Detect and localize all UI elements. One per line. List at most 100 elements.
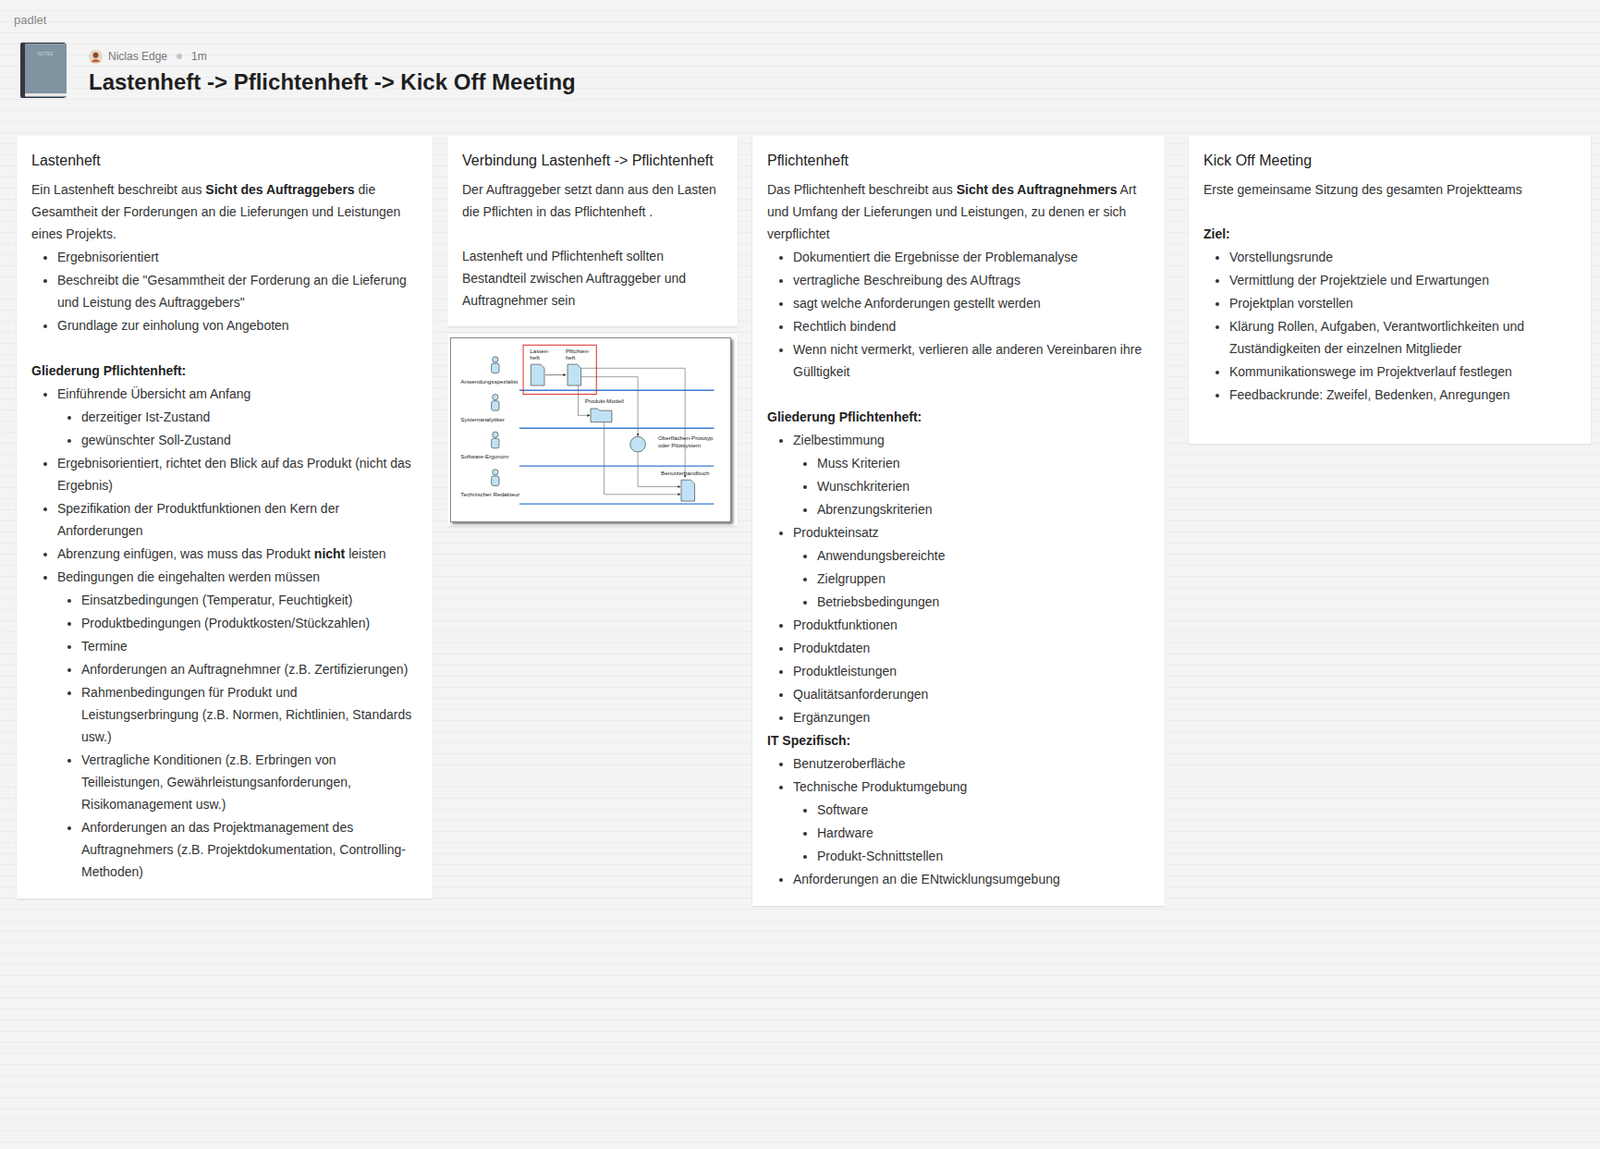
sub-list-item: Produktbedingungen (Produktkosten/Stückz…	[81, 611, 418, 635]
sub-list-item: Abrenzungskriterien	[817, 498, 1150, 521]
list-item: Grundlage zur einholung von Angeboten	[57, 314, 418, 337]
image-card[interactable]: AnwendungsspezialistSystemanalytikerSoft…	[447, 333, 738, 526]
author-name[interactable]: Niclas Edge	[108, 48, 168, 64]
post-card[interactable]: Verbindung Lastenheft -> Pflichtenheft De…	[447, 135, 738, 327]
sub-list-item: Anwendungsbereichte	[817, 544, 1150, 567]
lastenheft-label: Lasten-	[529, 347, 550, 355]
sub-list: Einsatzbedingungen (Temperatur, Feuchtig…	[57, 588, 418, 883]
list-item: Qualitätsanforderungen	[793, 683, 1150, 706]
post-card[interactable]: Kick Off Meeting Erste gemeinsame Sitzung…	[1188, 135, 1591, 444]
person-icon	[492, 431, 499, 438]
list-item: Spezifikation der Produktfunktionen den …	[57, 497, 418, 542]
section-heading: Gliederung Pflichtenheft:	[31, 359, 418, 382]
list-item: Produktleistungen	[793, 659, 1150, 683]
list-item: Ergänzungen	[793, 706, 1150, 729]
list-item: Feedbackrunde: Zweifel, Bedenken, Anregu…	[1229, 383, 1576, 406]
bullet-list: Dokumentiert die Ergebnisse der Problema…	[767, 245, 1150, 383]
list-item: ProdukteinsatzAnwendungsbereichteZielgru…	[793, 521, 1150, 613]
post-card[interactable]: PflichtenheftDas Pflichtenheft beschreib…	[752, 135, 1165, 906]
prototyp-label: oder Pilotsystem	[658, 441, 701, 449]
sub-list: AnwendungsbereichteZielgruppenBetriebsbe…	[793, 544, 1150, 613]
post-card[interactable]: LastenheftEin Lastenheft beschreibt aus …	[16, 135, 433, 899]
list-item: Produktfunktionen	[793, 613, 1150, 636]
document-icon	[567, 364, 582, 386]
sub-list-item: Rahmenbedingungen für Produkt und Leistu…	[81, 681, 418, 748]
sub-list-item: Zielgruppen	[817, 567, 1150, 590]
list-item: ZielbestimmungMuss KriterienWunschkriter…	[793, 428, 1150, 521]
board-column: PflichtenheftDas Pflichtenheft beschreib…	[752, 135, 1165, 906]
separator-dot	[176, 53, 183, 60]
bullet-list: ZielbestimmungMuss KriterienWunschkriter…	[767, 428, 1150, 729]
sub-list-item: Anforderungen an das Projektmanagement d…	[81, 816, 418, 883]
list-item: Beschreibt die "Gesammtheit der Forderun…	[57, 268, 418, 314]
modell-label: Produkt-Modell	[585, 397, 624, 404]
list-item: vertragliche Beschreibung des AUftrags	[793, 268, 1150, 292]
sub-list: derzeitiger Ist-Zustandgewünschter Soll-…	[57, 405, 418, 452]
card-paragraph: Erste gemeinsame Sitzung des gesamten Pr…	[1203, 178, 1576, 201]
list-item: Projektplan vorstellen	[1229, 292, 1576, 315]
pflichtenheft-label: heft	[565, 354, 576, 361]
card-title: Pflichtenheft	[767, 150, 1150, 171]
prototype-icon	[630, 436, 647, 452]
list-item: Rechtlich bindend	[793, 315, 1150, 338]
sub-list-item: Anforderungen an Auftragnehmner (z.B. Ze…	[81, 658, 418, 681]
bullet-list: Einführende Übersicht am Anfangderzeitig…	[31, 382, 418, 883]
card-title: Lastenheft	[31, 150, 418, 171]
list-item: Ergebnisorientiert, richtet den Blick au…	[57, 451, 418, 497]
list-item: sagt welche Anforderungen gestellt werde…	[793, 292, 1150, 315]
avatar-icon[interactable]	[88, 49, 103, 64]
section-heading: Ziel:	[1203, 222, 1576, 245]
board: LastenheftEin Lastenheft beschreibt aus …	[0, 98, 1600, 906]
person-icon	[492, 356, 499, 363]
brand-logo[interactable]: padlet	[0, 0, 1600, 30]
board-title: Lastenheft -> Pflichtenheft -> Kick Off …	[88, 68, 576, 97]
person-icon	[492, 393, 499, 400]
sub-list-item: Produkt-Schnittstellen	[817, 844, 1150, 868]
list-item: Produktdaten	[793, 636, 1150, 660]
document-icon	[530, 364, 545, 386]
notebook-icon: NOTES	[20, 42, 68, 99]
notebook-label: NOTES	[36, 50, 54, 57]
section-heading: IT Spezifisch:	[767, 729, 1150, 752]
sub-list-item: Betriebsbedingungen	[817, 590, 1150, 613]
role-label: Technischer Redakteur	[460, 490, 520, 498]
card-title: Kick Off Meeting	[1203, 150, 1576, 171]
list-item: Abrenzung einfügen, was muss das Produkt…	[57, 542, 418, 565]
role-label: Software-Ergonom	[460, 452, 509, 460]
pflichtenheft-label: Pflichten-	[565, 347, 590, 355]
board-column: Kick Off Meeting Erste gemeinsame Sitzung…	[1188, 135, 1591, 444]
handbuch-label: Benutzerhandbuch	[660, 469, 710, 477]
person-icon	[492, 469, 499, 476]
folder-icon	[590, 408, 612, 423]
sub-list-item: Wunschkriterien	[817, 475, 1150, 498]
bullet-list: BenutzeroberflächeTechnische Produktumge…	[767, 752, 1150, 891]
list-item: Vorstellungsrunde	[1229, 245, 1576, 269]
list-item: Wenn nicht vermerkt, verlieren alle ande…	[793, 338, 1150, 383]
list-item: Anforderungen an die ENtwicklungsumgebun…	[793, 867, 1150, 891]
lastenheft-label: heft	[529, 354, 540, 361]
card-paragraph: Der Auftraggeber setzt dann aus den Last…	[462, 178, 723, 223]
list-item: Bedingungen die eingehalten werden müsse…	[57, 565, 418, 883]
list-item: Klärung Rollen, Aufgaben, Verantwortlich…	[1229, 315, 1576, 360]
list-item: Benutzeroberfläche	[793, 752, 1150, 775]
card-paragraph: Lastenheft und Pflichtenheft sollten Bes…	[462, 244, 723, 312]
section-heading: Gliederung Pflichtenheft:	[767, 405, 1150, 428]
sub-list-item: Hardware	[817, 821, 1150, 844]
sub-list: SoftwareHardwareProdukt-Schnittstellen	[793, 798, 1150, 868]
process-diagram: AnwendungsspezialistSystemanalytikerSoft…	[450, 337, 732, 523]
card-title: Verbindung Lastenheft -> Pflichtenheft	[462, 150, 723, 171]
role-label: Anwendungsspezialist	[460, 378, 518, 385]
list-item: Einführende Übersicht am Anfangderzeitig…	[57, 382, 418, 452]
sub-list-item: Einsatzbedingungen (Temperatur, Feuchtig…	[81, 588, 418, 611]
sub-list-item: Termine	[81, 635, 418, 658]
author-row: Niclas Edge1m	[88, 48, 576, 64]
highlight-frame	[523, 344, 597, 394]
list-item: Kommunikationswege im Projektverlauf fes…	[1229, 360, 1576, 383]
board-meta: Niclas Edge1m Lastenheft -> Pflichtenheft…	[88, 42, 576, 97]
list-item: Dokumentiert die Ergebnisse der Problema…	[793, 245, 1150, 269]
bullet-list: ErgebnisorientiertBeschreibt die "Gesamm…	[31, 245, 418, 337]
